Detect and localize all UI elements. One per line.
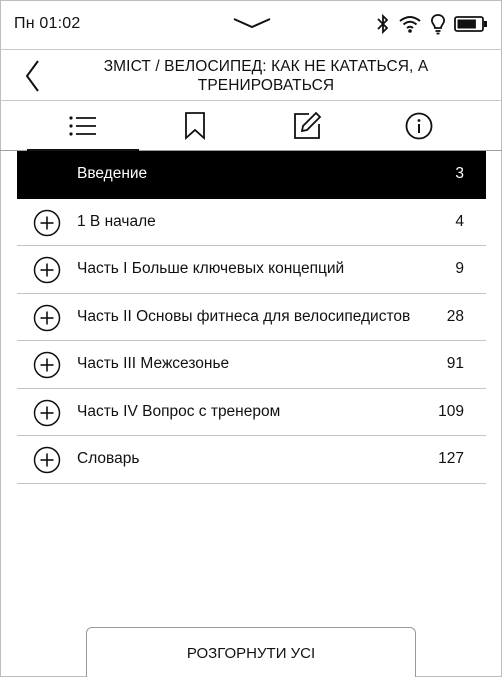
toc-item-page: 4 [455,212,464,230]
back-arrow-icon[interactable] [20,58,46,94]
pull-down-icon[interactable] [232,14,272,32]
header: ЗМІСТ / ВЕЛОСИПЕД: КАК НЕ КАТАТЬСЯ, А ТР… [0,49,502,101]
toc-item[interactable]: Словарь 127 [17,436,486,484]
bluetooth-icon [377,13,389,35]
toc-item-page: 9 [455,260,464,278]
page-title: ЗМІСТ / ВЕЛОСИПЕД: КАК НЕ КАТАТЬСЯ, А ТР… [103,58,429,94]
toc-item[interactable]: Часть I Больше ключевых концепций 9 [17,246,486,294]
toc-item[interactable]: 1 В начале 4 [17,199,486,246]
toc-item-page: 91 [446,355,464,373]
tab-notes[interactable] [251,101,363,151]
expand-plus-icon[interactable] [33,256,61,284]
battery-icon [454,16,487,32]
expand-plus-icon[interactable] [33,446,61,474]
list-icon [69,116,96,136]
expand-plus-icon[interactable] [33,209,61,237]
toc-item-page: 28 [446,307,464,325]
note-icon [294,111,322,139]
tab-bar [0,101,502,152]
toc-item[interactable]: Часть II Основы фитнеса для велосипедист… [17,294,486,341]
toc-item-label: Часть IV Вопрос с тренером [77,402,281,420]
expand-plus-icon[interactable] [33,351,61,379]
tab-info[interactable] [363,101,475,151]
toc-item-label: Часть I Больше ключевых концепций [77,260,345,278]
toc-item-current[interactable]: Введение 3 [17,151,486,199]
toc-item-label: Часть III Межсезонье [77,355,230,373]
toc-item[interactable]: Часть III Межсезонье 91 [17,341,486,389]
toc-item-label: Словарь [77,450,140,468]
info-icon [405,112,433,140]
toc-item-page: 109 [438,402,464,420]
expand-plus-icon[interactable] [33,304,61,332]
toc-item-label: Введение [77,165,148,183]
toc-item-label: Часть II Основы фитнеса для велосипедист… [77,307,411,325]
toc-item-label: 1 В начале [77,212,156,230]
toc-item-page: 3 [455,165,464,183]
toc-item[interactable]: Часть IV Вопрос с тренером 109 [17,389,486,436]
tab-contents[interactable] [27,101,139,152]
expand-plus-icon[interactable] [33,399,61,427]
status-icons [376,11,488,37]
expand-all-button[interactable]: РОЗГОРНУТИ УСІ [86,627,416,677]
bookmark-icon [185,112,205,140]
toc-list: Введение 3 1 В начале 4 Часть I Больше к… [17,151,486,484]
tab-bookmarks[interactable] [139,101,251,151]
toc-item-page: 127 [438,450,464,468]
clock: Пн 01:02 [14,15,81,32]
wifi-icon [399,16,421,33]
status-bar: Пн 01:02 [0,0,502,48]
frontlight-icon [431,14,445,35]
